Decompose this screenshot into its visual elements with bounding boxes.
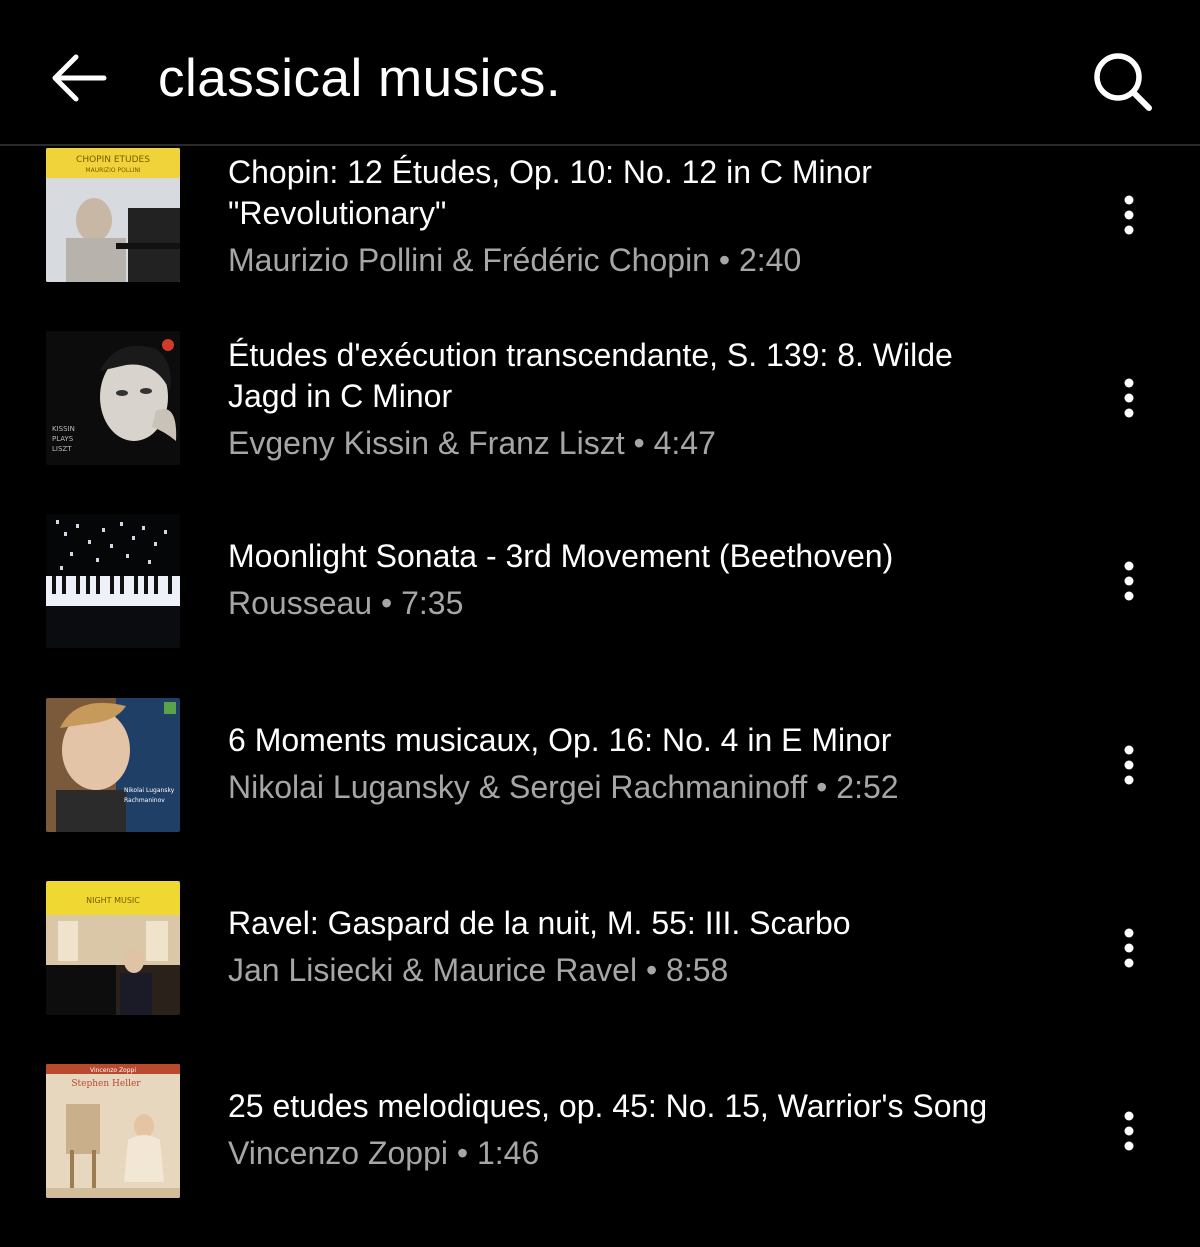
svg-text:Vincenzo Zoppi: Vincenzo Zoppi xyxy=(90,1067,136,1074)
song-title-line: Ravel: Gaspard de la nuit, M. 55: III. S… xyxy=(228,905,851,941)
song-text: Chopin: 12 Études, Op. 10: No. 12 in C M… xyxy=(228,152,1068,282)
more-vertical-icon xyxy=(1124,561,1134,601)
more-vertical-icon xyxy=(1124,378,1134,418)
svg-text:Stephen Heller: Stephen Heller xyxy=(71,1079,141,1089)
song-title: Études d'exécution transcendante, S. 139… xyxy=(228,335,1068,417)
more-options-button[interactable] xyxy=(1106,180,1152,250)
song-artist-duration: Nikolai Lugansky & Sergei Rachmaninoff •… xyxy=(228,769,899,805)
song-title: Ravel: Gaspard de la nuit, M. 55: III. S… xyxy=(228,903,1068,944)
more-options-button[interactable] xyxy=(1106,1096,1152,1166)
search-icon xyxy=(1094,53,1152,111)
album-thumbnail xyxy=(46,514,180,648)
album-thumbnail: Vincenzo Zoppi Stephen Heller xyxy=(46,1064,180,1198)
search-button[interactable] xyxy=(1084,46,1160,116)
svg-text:MAURIZIO POLLINI: MAURIZIO POLLINI xyxy=(85,167,140,174)
song-row[interactable]: KISSIN PLAYS LISZT Études d'exécution tr… xyxy=(0,331,1200,514)
more-options-button[interactable] xyxy=(1106,546,1152,616)
song-text: 25 etudes melodiques, op. 45: No. 15, Wa… xyxy=(228,1086,1068,1175)
song-title: Moonlight Sonata - 3rd Movement (Beethov… xyxy=(228,536,1068,577)
more-vertical-icon xyxy=(1124,195,1134,235)
svg-text:PLAYS: PLAYS xyxy=(52,435,74,443)
more-options-button[interactable] xyxy=(1106,363,1152,433)
song-text: Ravel: Gaspard de la nuit, M. 55: III. S… xyxy=(228,903,1068,992)
svg-text:Rachmaninov: Rachmaninov xyxy=(124,797,165,804)
song-artist-duration: Evgeny Kissin & Franz Liszt • 4:47 xyxy=(228,425,716,461)
more-vertical-icon xyxy=(1124,928,1134,968)
song-text: 6 Moments musicaux, Op. 16: No. 4 in E M… xyxy=(228,720,1068,809)
song-title-line: Études d'exécution transcendante, S. 139… xyxy=(228,337,953,373)
song-text: Études d'exécution transcendante, S. 139… xyxy=(228,335,1068,465)
song-title-line: Chopin: 12 Études, Op. 10: No. 12 in C M… xyxy=(228,154,872,190)
song-row[interactable]: Nikolai Lugansky Rachmaninov 6 Moments m… xyxy=(0,698,1200,881)
album-thumbnail: NIGHT MUSIC xyxy=(46,881,180,1015)
album-thumbnail: Nikolai Lugansky Rachmaninov xyxy=(46,698,180,832)
album-thumbnail: CHOPIN ETUDES MAURIZIO POLLINI xyxy=(46,148,180,282)
song-row[interactable]: Moonlight Sonata - 3rd Movement (Beethov… xyxy=(0,514,1200,697)
song-text: Moonlight Sonata - 3rd Movement (Beethov… xyxy=(228,536,1068,625)
song-title-line: 6 Moments musicaux, Op. 16: No. 4 in E M… xyxy=(228,722,892,758)
song-title-line: Moonlight Sonata - 3rd Movement (Beethov… xyxy=(228,538,894,574)
song-title: 6 Moments musicaux, Op. 16: No. 4 in E M… xyxy=(228,720,1068,761)
more-options-button[interactable] xyxy=(1106,730,1152,800)
arrow-left-icon xyxy=(52,54,107,102)
song-title-line: 25 etudes melodiques, op. 45: No. 15, Wa… xyxy=(228,1088,988,1124)
svg-text:LISZT: LISZT xyxy=(52,445,72,453)
song-title: 25 etudes melodiques, op. 45: No. 15, Wa… xyxy=(228,1086,1068,1127)
song-title: Chopin: 12 Études, Op. 10: No. 12 in C M… xyxy=(228,152,1068,234)
more-vertical-icon xyxy=(1124,1111,1134,1151)
song-row[interactable]: CHOPIN ETUDES MAURIZIO POLLINI Chopin: 1… xyxy=(0,148,1200,331)
search-header: classical musics. xyxy=(0,0,1200,146)
svg-text:KISSIN: KISSIN xyxy=(52,425,75,433)
thumb-label: CHOPIN ETUDES xyxy=(76,155,150,165)
album-thumbnail: KISSIN PLAYS LISZT xyxy=(46,331,180,465)
back-button[interactable] xyxy=(44,48,114,108)
more-options-button[interactable] xyxy=(1106,913,1152,983)
song-title-line: Jagd in C Minor xyxy=(228,378,453,414)
song-title-line: "Revolutionary" xyxy=(228,195,447,231)
svg-text:Nikolai Lugansky: Nikolai Lugansky xyxy=(124,787,175,794)
svg-text:NIGHT MUSIC: NIGHT MUSIC xyxy=(86,896,140,905)
search-query-text[interactable]: classical musics. xyxy=(158,44,561,114)
song-row[interactable]: Vincenzo Zoppi Stephen Heller 25 etudes … xyxy=(0,1064,1200,1247)
song-artist-duration: Maurizio Pollini & Frédéric Chopin • 2:4… xyxy=(228,242,802,278)
song-artist-duration: Rousseau • 7:35 xyxy=(228,585,464,621)
song-row[interactable]: NIGHT MUSIC Ravel: Gaspard de la nuit, M… xyxy=(0,881,1200,1064)
song-artist-duration: Jan Lisiecki & Maurice Ravel • 8:58 xyxy=(228,952,729,988)
more-vertical-icon xyxy=(1124,745,1134,785)
song-artist-duration: Vincenzo Zoppi • 1:46 xyxy=(228,1135,540,1171)
